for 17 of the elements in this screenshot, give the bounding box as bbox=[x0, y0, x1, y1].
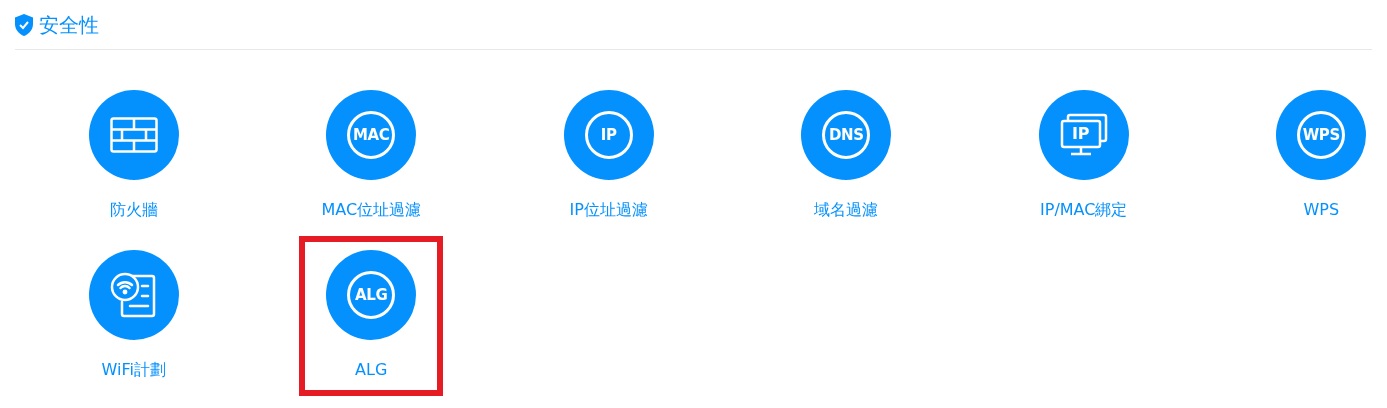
security-feature-tile[interactable]: IP IP/MAC綁定 bbox=[1011, 76, 1156, 236]
security-feature-tile[interactable]: IP IP位址過濾 bbox=[536, 76, 681, 236]
text-badge-icon: ALG bbox=[347, 271, 396, 319]
text-badge-icon: MAC bbox=[347, 111, 396, 159]
shield-check-icon bbox=[15, 13, 33, 36]
section-title: 安全性 bbox=[39, 11, 99, 39]
security-feature-tile[interactable]: MAC MAC位址過濾 bbox=[299, 76, 444, 236]
brick-wall-icon bbox=[109, 117, 158, 153]
text-badge-icon: WPS bbox=[1297, 111, 1346, 159]
security-feature-tile[interactable]: DNS 域名過濾 bbox=[774, 76, 919, 236]
security-feature-tile[interactable]: WPS WPS bbox=[1249, 76, 1387, 236]
security-feature-tile[interactable]: ALG ALG bbox=[299, 236, 444, 396]
security-feature-tile[interactable]: 防火牆 bbox=[61, 76, 206, 236]
text-badge-icon: IP bbox=[584, 111, 633, 159]
security-feature-tile[interactable]: WiFi計劃 bbox=[61, 236, 206, 396]
text-badge-icon: DNS bbox=[822, 111, 871, 159]
wifi-document-icon bbox=[109, 272, 158, 318]
